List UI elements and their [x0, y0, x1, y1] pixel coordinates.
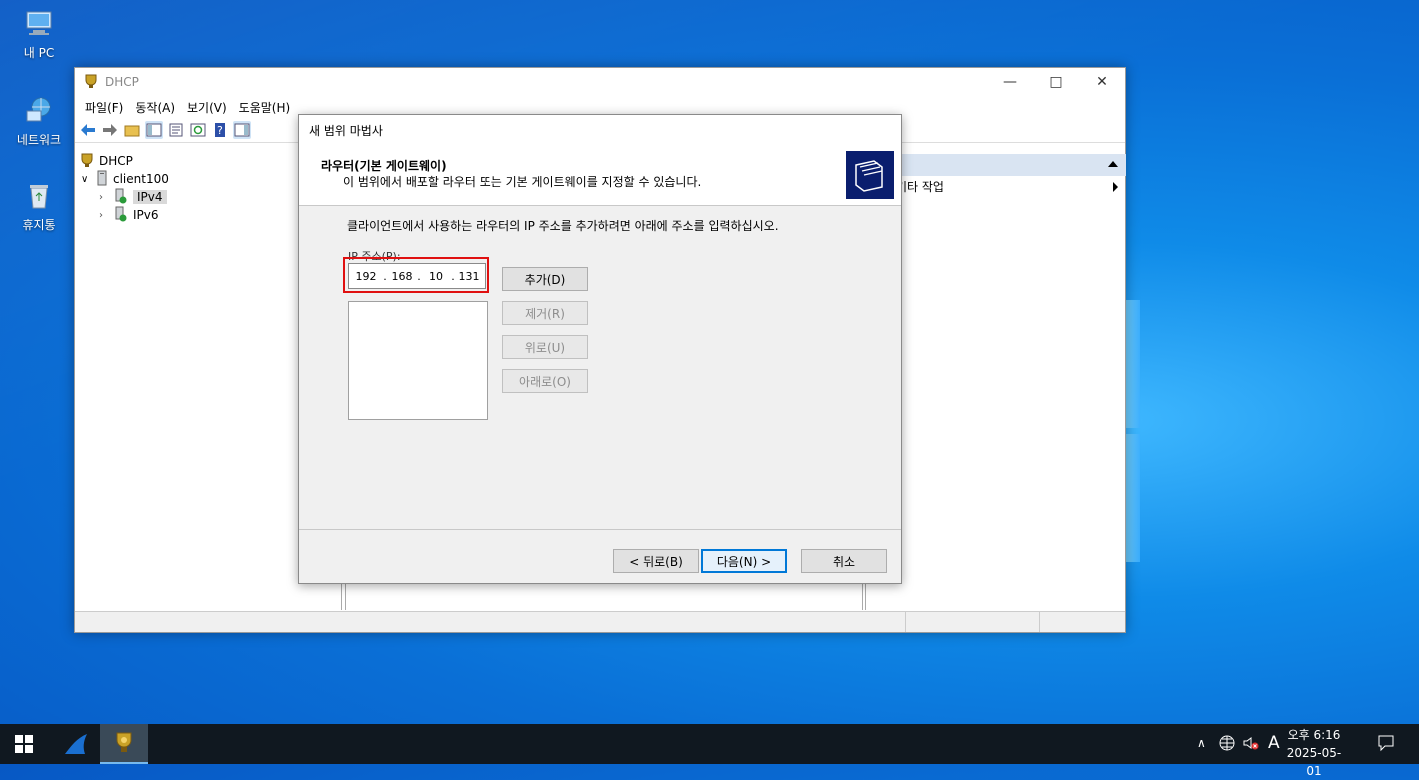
desktop-icon-label: 내 PC [23, 46, 55, 60]
submenu-arrow-icon [1113, 182, 1118, 192]
new-scope-wizard-dialog: 새 범위 마법사 라우터(기본 게이트웨이) 이 범위에서 배포할 라우터 또는… [298, 114, 902, 584]
taskbar: ∧ A 오후 6:16 2025-05-01 [0, 724, 1419, 778]
desktop-icon-network[interactable]: 네트워크 [3, 95, 75, 148]
menu-file[interactable]: 파일(F) [79, 99, 129, 116]
back-button[interactable]: < 뒤로(B) [613, 549, 699, 573]
wizard-heading: 라우터(기본 게이트웨이) [321, 159, 447, 173]
server-icon [95, 170, 109, 189]
wizard-header: 라우터(기본 게이트웨이) 이 범위에서 배포할 라우터 또는 기본 게이트웨이… [299, 145, 901, 206]
menu-help[interactable]: 도움말(H) [233, 99, 297, 116]
show-action-pane-icon[interactable] [233, 121, 251, 139]
menu-view[interactable]: 보기(V) [181, 99, 233, 116]
desktop-icon-this-pc[interactable]: 내 PC [3, 8, 75, 61]
wizard-folders-icon [846, 151, 894, 199]
notification-center-icon[interactable] [1377, 734, 1395, 755]
tree-label: IPv4 [133, 190, 167, 204]
status-bar [75, 611, 1125, 632]
windows-logo-icon [15, 735, 33, 753]
dialog-title: 새 범위 마법사 [309, 123, 383, 138]
clock-time: 오후 6:16 [1287, 728, 1341, 742]
computer-icon [23, 8, 55, 40]
desktop-icon-label: 휴지통 [22, 218, 56, 232]
collapse-up-icon[interactable] [1108, 161, 1118, 167]
wizard-subheading: 이 범위에서 배포할 라우터 또는 기본 게이트웨이를 지정할 수 있습니다. [343, 175, 702, 189]
next-button[interactable]: 다음(N) > [701, 549, 787, 573]
tree-label: DHCP [99, 154, 133, 168]
desktop-icon-recycle-bin[interactable]: 휴지통 [3, 180, 75, 233]
dhcp-app-icon [83, 73, 99, 92]
svg-text:?: ? [217, 124, 223, 137]
chevron-right-icon[interactable]: › [99, 210, 113, 221]
move-down-button[interactable]: 아래로(O) [502, 369, 588, 393]
clock-date: 2025-05-01 [1286, 746, 1342, 778]
tree-label: client100 [113, 172, 169, 186]
show-hide-tree-icon[interactable] [145, 121, 163, 139]
remove-button[interactable]: 제거(R) [502, 301, 588, 325]
action-label: 기타 작업 [896, 179, 944, 194]
desktop-beam [1124, 434, 1140, 562]
network-globe-icon[interactable] [1219, 735, 1235, 754]
status-divider [1039, 612, 1040, 632]
shark-fin-icon [65, 734, 87, 754]
highlight-annotation-box [343, 257, 489, 293]
maximize-button[interactable]: □ [1033, 68, 1079, 96]
recycle-bin-icon [23, 180, 55, 212]
close-button[interactable]: ✕ [1079, 68, 1125, 96]
add-button[interactable]: 추가(D) [502, 267, 588, 291]
desktop-icon-label: 네트워크 [16, 133, 62, 147]
minimize-button[interactable]: — [987, 68, 1033, 96]
ipv4-server-icon [113, 188, 129, 207]
tree-item-server[interactable]: ∨ client100 [81, 170, 169, 188]
network-globe-icon [23, 95, 55, 127]
action-more[interactable]: 기타 작업 [866, 176, 1126, 196]
dialog-separator [299, 529, 901, 530]
back-arrow-icon[interactable] [79, 121, 97, 139]
dhcp-icon [79, 152, 95, 171]
dhcp-taskbar-icon [116, 732, 132, 752]
chevron-down-icon[interactable]: ∨ [81, 174, 95, 185]
ime-indicator[interactable]: A [1268, 733, 1280, 753]
window-title: DHCP [105, 75, 139, 89]
properties-icon[interactable] [167, 121, 185, 139]
actions-pane: 기타 작업 [865, 150, 1126, 610]
cancel-button[interactable]: 취소 [801, 549, 887, 573]
tree-label: IPv6 [133, 208, 159, 222]
dialog-title-bar[interactable]: 새 범위 마법사 [299, 115, 901, 145]
start-button[interactable] [0, 724, 48, 764]
move-up-button[interactable]: 위로(U) [502, 335, 588, 359]
taskbar-app-wireshark[interactable] [52, 724, 100, 764]
up-folder-icon[interactable] [123, 121, 141, 139]
show-hidden-icons-chevron-icon[interactable]: ∧ [1197, 736, 1206, 750]
actions-header[interactable] [866, 154, 1126, 176]
router-address-list[interactable] [348, 301, 488, 420]
tree-item-ipv4[interactable]: › IPv4 [99, 188, 167, 206]
ipv6-server-icon [113, 206, 129, 225]
taskbar-app-dhcp[interactable] [100, 724, 148, 764]
title-bar[interactable]: DHCP — □ ✕ [75, 68, 1125, 96]
status-divider [905, 612, 906, 632]
tree-item-ipv6[interactable]: › IPv6 [99, 206, 159, 224]
forward-arrow-icon[interactable] [101, 121, 119, 139]
menu-action[interactable]: 동작(A) [129, 99, 181, 116]
volume-muted-icon[interactable] [1242, 735, 1260, 754]
tree-item-dhcp[interactable]: DHCP [79, 152, 133, 170]
chevron-right-icon[interactable]: › [99, 192, 113, 203]
refresh-icon[interactable] [189, 121, 207, 139]
taskbar-clock[interactable]: 오후 6:16 2025-05-01 [1280, 726, 1348, 780]
help-icon[interactable]: ? [211, 121, 229, 139]
desktop-beam [1124, 300, 1140, 428]
wizard-description: 클라이언트에서 사용하는 라우터의 IP 주소를 추가하려면 아래에 주소를 입… [347, 219, 779, 233]
